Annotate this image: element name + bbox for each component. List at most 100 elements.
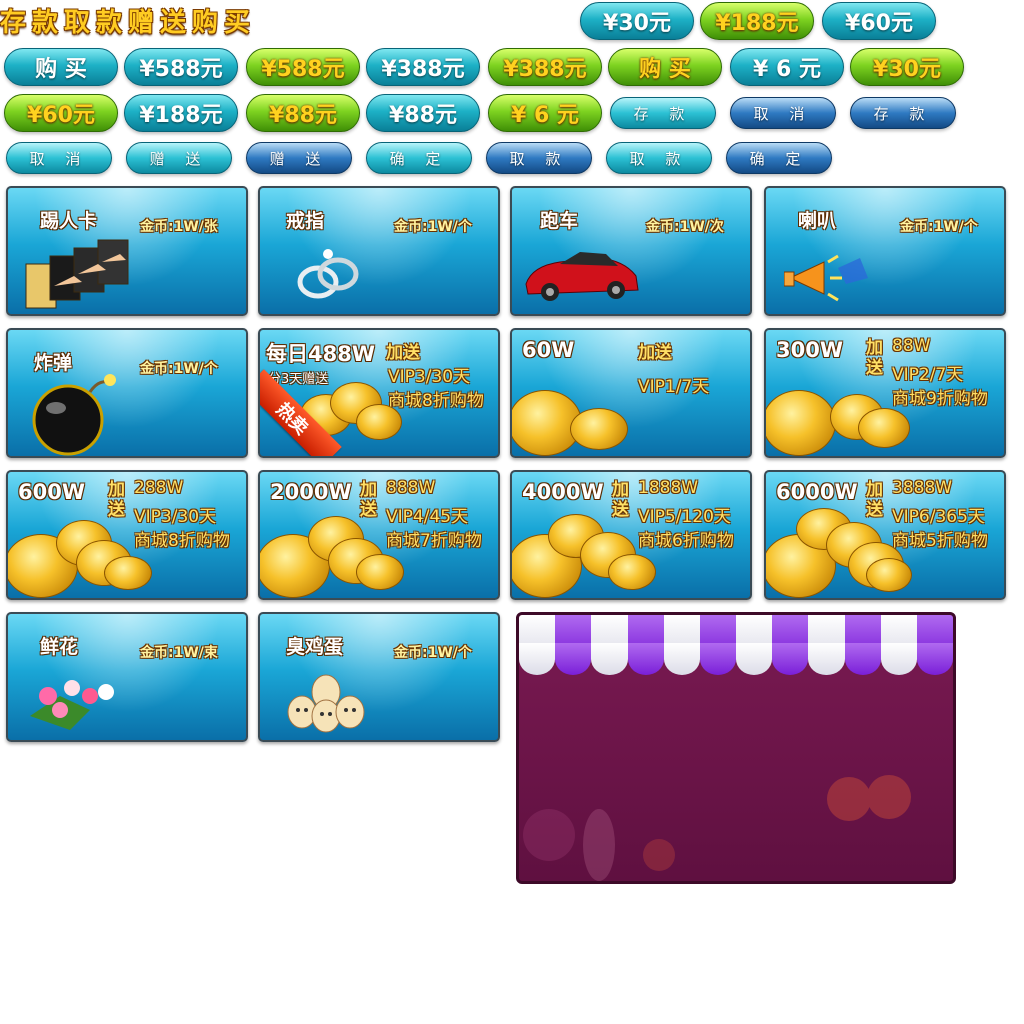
package-amount: 300W <box>776 338 843 362</box>
item-name: 喇叭 <box>798 210 837 232</box>
price-188-button[interactable]: ¥188元 <box>700 2 814 40</box>
price-188-button[interactable]: ¥188元 <box>124 94 238 132</box>
item-card-ring[interactable]: 戒指 金币:1W/个 <box>258 186 500 316</box>
package-bonus-line: 1888W <box>638 478 699 498</box>
package-bonus-line: VIP3/30天 <box>388 367 471 387</box>
item-name: 鲜花 <box>40 636 79 658</box>
item-card-sports-car[interactable]: 跑车 金币:1W/次 <box>510 186 752 316</box>
coin-icon <box>766 390 836 456</box>
item-price: 金币:1W/束 <box>140 645 218 661</box>
awning-stripe <box>519 615 556 675</box>
coin-icon <box>608 554 656 590</box>
buy-button[interactable]: 购 买 <box>4 48 118 86</box>
package-bonus-line: 商城8折购物 <box>388 391 484 411</box>
package-bonus-line: 商城8折购物 <box>134 531 230 551</box>
item-card-bomb[interactable]: 炸弹 金币:1W/个 <box>6 328 248 458</box>
item-price: 金币:1W/张 <box>140 219 218 235</box>
coin-icon <box>356 404 402 440</box>
confirm-button[interactable]: 确 定 <box>726 142 832 174</box>
awning-stripe <box>736 615 773 675</box>
awning-stripe <box>627 615 664 675</box>
package-card-600w[interactable]: 600W 加送 288W VIP3/30天 商城8折购物 <box>6 470 248 600</box>
shop-awning <box>519 615 953 675</box>
package-bonus-line: 288W <box>134 478 184 498</box>
package-amount: 6000W <box>776 480 858 504</box>
page-title: 存款取款赠送购买 <box>0 0 560 40</box>
package-bonus-label: 加送 <box>360 480 377 520</box>
coin-icon <box>356 554 404 590</box>
sports-car-icon <box>525 252 639 301</box>
awning-stripe <box>555 615 592 675</box>
item-card-flower[interactable]: 鲜花 金币:1W/束 <box>6 612 248 742</box>
item-price: 金币:1W/次 <box>646 219 724 235</box>
shop-panel <box>516 612 956 884</box>
package-bonus-line: VIP1/7天 <box>638 377 710 397</box>
package-amount: 每日488W <box>266 342 375 366</box>
item-price: 金币:1W/个 <box>394 219 472 235</box>
package-card-daily-488w[interactable]: 每日488W 分3天赠送 加送 VIP3/30天 商城8折购物 热卖 <box>258 328 500 458</box>
coin-icon <box>570 408 628 450</box>
awning-stripe <box>663 615 701 675</box>
item-name: 踢人卡 <box>40 210 98 232</box>
package-bonus-line: 888W <box>386 478 436 498</box>
deposit-button[interactable]: 存 款 <box>610 97 716 129</box>
price-30-button[interactable]: ¥30元 <box>580 2 694 40</box>
gift-button[interactable]: 赠 送 <box>246 142 352 174</box>
confirm-button[interactable]: 确 定 <box>366 142 472 174</box>
package-card-4000w[interactable]: 4000W 加送 1888W VIP5/120天 商城6折购物 <box>510 470 752 600</box>
price-30-button[interactable]: ¥30元 <box>850 48 964 86</box>
awning-stripe <box>591 615 628 675</box>
coin-icon <box>858 408 910 448</box>
package-bonus-line: 88W <box>892 336 931 356</box>
cancel-button[interactable]: 取 消 <box>730 97 836 129</box>
price-60-button[interactable]: ¥60元 <box>822 2 936 40</box>
item-name: 跑车 <box>540 210 579 232</box>
package-bonus-line: VIP4/45天 <box>386 507 469 527</box>
package-card-60w[interactable]: 60W 加送 VIP1/7天 <box>510 328 752 458</box>
item-card-rotten-egg[interactable]: 臭鸡蛋 金币:1W/个 <box>258 612 500 742</box>
price-60-button[interactable]: ¥60元 <box>4 94 118 132</box>
price-388-button[interactable]: ¥388元 <box>488 48 602 86</box>
coin-decoration-icon <box>827 775 911 821</box>
item-price: 金币:1W/个 <box>140 361 218 377</box>
item-price: 金币:1W/个 <box>900 219 978 235</box>
package-amount: 600W <box>18 480 85 504</box>
deposit-button[interactable]: 存 款 <box>850 97 956 129</box>
item-card-kick-card[interactable]: 踢人卡 金币:1W/张 <box>6 186 248 316</box>
coin-icon <box>866 558 912 592</box>
buy-button[interactable]: 购 买 <box>608 48 722 86</box>
price-88-button[interactable]: ¥88元 <box>366 94 480 132</box>
price-588-button[interactable]: ¥588元 <box>124 48 238 86</box>
price-588-button[interactable]: ¥588元 <box>246 48 360 86</box>
package-bonus-line: 商城5折购物 <box>892 531 988 551</box>
package-bonus-line: 商城7折购物 <box>386 531 482 551</box>
gift-button[interactable]: 赠 送 <box>126 142 232 174</box>
item-name: 戒指 <box>286 210 325 232</box>
package-bonus-line: VIP2/7天 <box>892 365 964 385</box>
package-amount: 4000W <box>522 480 604 504</box>
package-amount: 60W <box>522 338 575 362</box>
withdraw-button[interactable]: 取 款 <box>606 142 712 174</box>
item-price: 金币:1W/个 <box>394 645 472 661</box>
item-card-horn[interactable]: 喇叭 金币:1W/个 <box>764 186 1006 316</box>
package-bonus-label: 加送 <box>612 480 629 520</box>
price-88-button[interactable]: ¥88元 <box>246 94 360 132</box>
withdraw-button[interactable]: 取 款 <box>486 142 592 174</box>
package-card-2000w[interactable]: 2000W 加送 888W VIP4/45天 商城7折购物 <box>258 470 500 600</box>
package-bonus-line: VIP3/30天 <box>134 507 217 527</box>
package-card-300w[interactable]: 300W 加送 88W VIP2/7天 商城9折购物 <box>764 328 1006 458</box>
package-bonus-label: 加送 <box>866 480 883 520</box>
awning-stripe <box>880 615 918 675</box>
egg-icon <box>287 674 365 733</box>
price-6-button[interactable]: ¥ 6 元 <box>730 48 844 86</box>
coin-icon <box>104 556 152 590</box>
package-bonus-label: 加送 <box>386 343 420 363</box>
cancel-button[interactable]: 取 消 <box>6 142 112 174</box>
item-name: 臭鸡蛋 <box>286 636 344 658</box>
package-card-6000w[interactable]: 6000W 加送 3888W VIP6/365天 商城5折购物 <box>764 470 1006 600</box>
price-388-button[interactable]: ¥388元 <box>366 48 480 86</box>
package-bonus-label: 加送 <box>866 338 883 378</box>
package-bonus-line: 3888W <box>892 478 953 498</box>
package-bonus-label: 加送 <box>108 480 125 520</box>
price-6-button[interactable]: ¥ 6 元 <box>488 94 602 132</box>
